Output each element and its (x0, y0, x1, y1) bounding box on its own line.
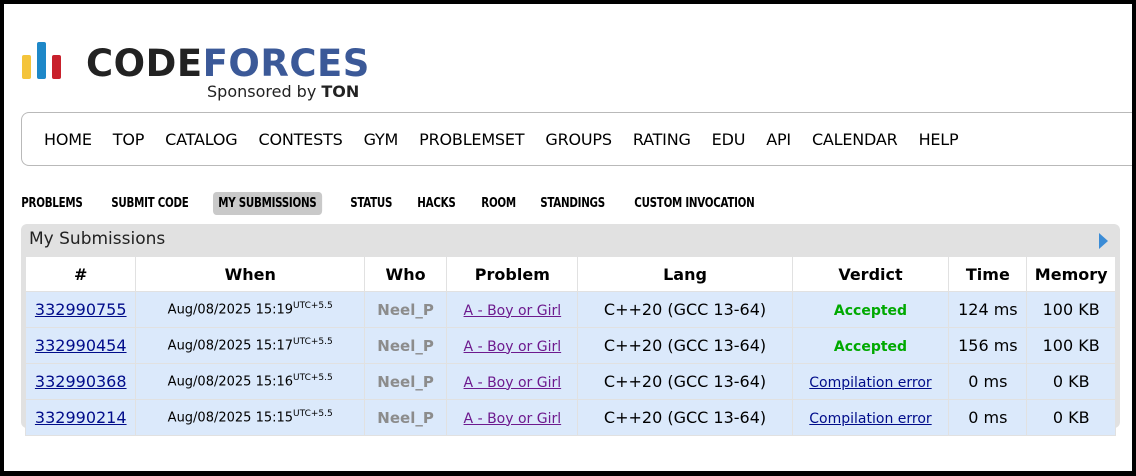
submission-lang: C++20 (GCC 13-64) (577, 291, 793, 328)
col-header-verdict: Verdict (791, 256, 950, 292)
sponsor-name: TON (321, 82, 360, 101)
submenu-item-my-submissions[interactable]: MY SUBMISSIONS (213, 191, 323, 215)
submission-memory: 0 KB (1026, 399, 1116, 436)
submission-author[interactable]: Neel_P (363, 399, 448, 436)
col-header-when: When (135, 256, 365, 292)
submissions-box: My Submissions # When Who Problem Lang V… (21, 224, 1120, 436)
menu-item-edu[interactable]: EDU (712, 130, 746, 149)
menu-item-api[interactable]: API (766, 130, 791, 149)
table-row: 332990755 Aug/08/2025 15:19UTC+5.5 Neel_… (24, 291, 1116, 328)
menu-item-calendar[interactable]: CALENDAR (812, 130, 898, 149)
menu-item-contests[interactable]: CONTESTS (258, 130, 342, 149)
logo-bar-yellow (22, 55, 31, 79)
submission-time: Aug/08/2025 15:17 (167, 338, 294, 354)
table-row: 332990214 Aug/08/2025 15:15UTC+5.5 Neel_… (24, 399, 1116, 436)
submission-author[interactable]: Neel_P (363, 291, 448, 328)
submenu-item-room[interactable]: ROOM (476, 192, 521, 215)
submission-memory: 0 KB (1026, 363, 1116, 400)
col-header-lang: Lang (577, 256, 793, 292)
logo-bar-blue (37, 42, 46, 79)
submissions-table: # When Who Problem Lang Verdict Time Mem… (24, 256, 1116, 436)
submission-memory: 100 KB (1026, 291, 1116, 328)
sponsor-prefix: Sponsored by (207, 82, 322, 101)
problem-link[interactable]: A - Boy or Girl (464, 375, 562, 391)
submission-lang: C++20 (GCC 13-64) (577, 327, 793, 364)
verdict-accepted: Accepted (833, 302, 908, 319)
submission-memory: 100 KB (1026, 327, 1116, 364)
timezone-label: UTC+5.5 (293, 409, 333, 420)
submenu-item-hacks[interactable]: HACKS (412, 192, 461, 215)
col-header-id: # (24, 256, 137, 292)
submenu-item-submit-code[interactable]: SUBMIT CODE (106, 192, 194, 215)
submission-exec-time: 0 ms (948, 363, 1028, 400)
submission-time: Aug/08/2025 15:15 (167, 410, 294, 426)
submenu-item-standings[interactable]: STANDINGS (535, 192, 610, 215)
submission-time: Aug/08/2025 15:16 (167, 374, 294, 390)
logo-word-code: CODE (86, 42, 203, 85)
expand-arrow-icon[interactable] (1099, 233, 1108, 249)
contest-submenu: PROBLEMS SUBMIT CODE MY SUBMISSIONS STAT… (16, 191, 785, 215)
table-row: 332990368 Aug/08/2025 15:16UTC+5.5 Neel_… (24, 363, 1116, 400)
col-header-time: Time (948, 256, 1028, 292)
logo-wordmark: CODEFORCES (86, 44, 370, 84)
menu-item-top[interactable]: TOP (113, 130, 145, 149)
submission-id-link[interactable]: 332990214 (35, 408, 127, 427)
verdict-compilation-error-link[interactable]: Compilation error (809, 375, 931, 391)
submission-author[interactable]: Neel_P (363, 327, 448, 364)
sponsor-text: Sponsored by TON (207, 82, 359, 101)
col-header-who: Who (363, 256, 448, 292)
col-header-problem: Problem (446, 256, 579, 292)
menu-item-help[interactable]: HELP (919, 130, 959, 149)
menu-item-rating[interactable]: RATING (633, 130, 691, 149)
submenu-item-problems[interactable]: PROBLEMS (16, 192, 88, 215)
menu-item-groups[interactable]: GROUPS (545, 130, 612, 149)
submission-author[interactable]: Neel_P (363, 363, 448, 400)
verdict-accepted: Accepted (833, 338, 908, 355)
menu-item-gym[interactable]: GYM (364, 130, 399, 149)
timezone-label: UTC+5.5 (293, 373, 333, 384)
logo-bar-red (52, 55, 61, 79)
table-row: 332990454 Aug/08/2025 15:17UTC+5.5 Neel_… (24, 327, 1116, 364)
menu-item-problemset[interactable]: PROBLEMSET (419, 130, 524, 149)
box-title: My Submissions (29, 229, 166, 249)
submission-exec-time: 124 ms (948, 291, 1028, 328)
page: CODEFORCES Sponsored by TON HOME TOP CAT… (4, 4, 1132, 471)
submission-id-link[interactable]: 332990454 (35, 336, 127, 355)
menu-item-home[interactable]: HOME (44, 130, 92, 149)
problem-link[interactable]: A - Boy or Girl (464, 339, 562, 355)
submission-lang: C++20 (GCC 13-64) (577, 399, 793, 436)
problem-link[interactable]: A - Boy or Girl (464, 303, 562, 319)
submission-lang: C++20 (GCC 13-64) (577, 363, 793, 400)
submenu-item-status[interactable]: STATUS (345, 192, 397, 215)
submenu-item-custom-invocation[interactable]: CUSTOM INVOCATION (629, 192, 760, 215)
menu-item-catalog[interactable]: CATALOG (165, 130, 237, 149)
problem-link[interactable]: A - Boy or Girl (464, 411, 562, 427)
col-header-memory: Memory (1026, 256, 1116, 292)
submission-id-link[interactable]: 332990755 (35, 300, 127, 319)
codeforces-logo[interactable]: CODEFORCES Sponsored by TON (21, 38, 381, 102)
submission-time: Aug/08/2025 15:19 (167, 302, 294, 318)
timezone-label: UTC+5.5 (293, 301, 333, 312)
timezone-label: UTC+5.5 (293, 337, 333, 348)
table-header-row: # When Who Problem Lang Verdict Time Mem… (24, 256, 1116, 292)
submission-exec-time: 0 ms (948, 399, 1028, 436)
verdict-compilation-error-link[interactable]: Compilation error (809, 411, 931, 427)
main-menu: HOME TOP CATALOG CONTESTS GYM PROBLEMSET… (21, 112, 1132, 166)
submission-id-link[interactable]: 332990368 (35, 372, 127, 391)
submission-exec-time: 156 ms (948, 327, 1028, 364)
logo-word-forces: FORCES (202, 42, 370, 85)
